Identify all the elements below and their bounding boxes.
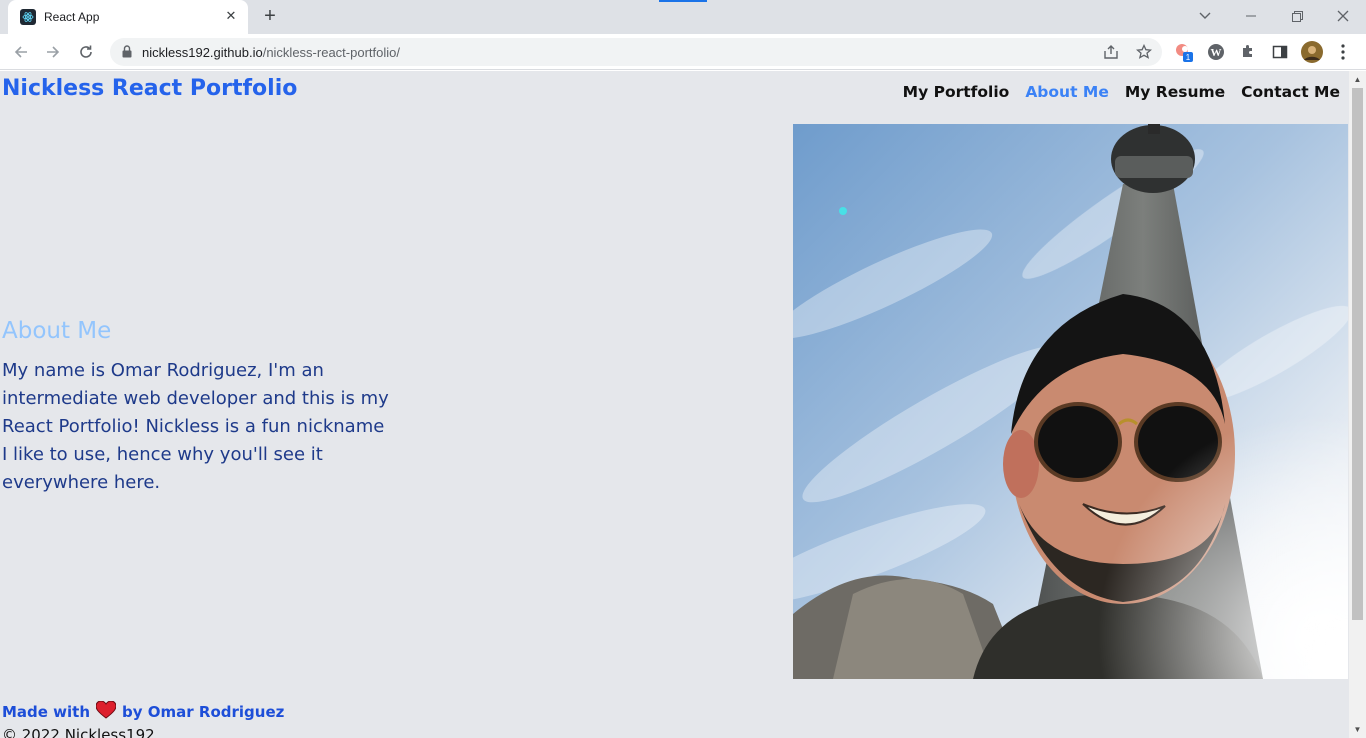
copyright-text: © 2022 Nickless192 xyxy=(2,726,155,738)
nav-my-resume[interactable]: My Resume xyxy=(1125,83,1225,101)
kebab-menu-icon[interactable] xyxy=(1333,42,1353,62)
profile-avatar[interactable] xyxy=(1301,41,1323,63)
forward-arrow-icon[interactable] xyxy=(41,40,65,64)
extensions-puzzle-icon[interactable] xyxy=(1238,42,1258,62)
about-heading: About Me xyxy=(2,318,112,344)
tab-loading-indicator xyxy=(659,0,707,2)
close-window-icon[interactable] xyxy=(1331,5,1355,27)
extension-icon[interactable]: 1 xyxy=(1174,42,1194,62)
scroll-thumb[interactable] xyxy=(1352,88,1363,620)
page-content: Nickless React Portfolio My Portfolio Ab… xyxy=(0,71,1349,738)
url-text: nickless192.github.io/nickless-react-por… xyxy=(142,45,400,60)
profile-photo xyxy=(793,124,1348,679)
scroll-down-arrow-icon[interactable]: ▼ xyxy=(1353,725,1362,734)
tab-search-icon[interactable] xyxy=(1193,5,1217,27)
browser-toolbar: nickless192.github.io/nickless-react-por… xyxy=(0,34,1366,70)
back-arrow-icon[interactable] xyxy=(9,40,33,64)
new-tab-button[interactable]: + xyxy=(258,5,282,29)
extension-badge: 1 xyxy=(1186,53,1191,62)
scroll-up-arrow-icon[interactable]: ▲ xyxy=(1353,75,1362,84)
about-paragraph: My name is Omar Rodriguez, I'm an interm… xyxy=(2,360,389,493)
site-nav: My Portfolio About Me My Resume Contact … xyxy=(903,83,1340,101)
made-by-text[interactable]: by Omar Rodriguez xyxy=(122,703,284,721)
browser-tab[interactable]: React App ✕ xyxy=(8,0,248,34)
wordpress-icon[interactable]: W xyxy=(1206,42,1226,62)
nav-contact-me[interactable]: Contact Me xyxy=(1241,83,1340,101)
restore-icon[interactable] xyxy=(1285,5,1309,27)
site-brand[interactable]: Nickless React Portfolio xyxy=(2,76,297,101)
lock-icon[interactable] xyxy=(122,45,132,63)
url-path: /nickless-react-portfolio/ xyxy=(262,45,400,60)
nav-my-portfolio[interactable]: My Portfolio xyxy=(903,83,1010,101)
address-bar[interactable]: nickless192.github.io/nickless-react-por… xyxy=(110,38,1162,66)
svg-text:W: W xyxy=(1211,47,1222,59)
nav-about-me[interactable]: About Me xyxy=(1025,83,1109,101)
tab-strip: React App ✕ + xyxy=(0,0,1366,34)
reload-icon[interactable] xyxy=(74,40,98,64)
footer-made-with: Made with by Omar Rodriguez xyxy=(2,700,284,723)
share-icon[interactable] xyxy=(1102,43,1120,61)
heart-icon xyxy=(95,700,117,723)
bookmark-star-icon[interactable] xyxy=(1135,43,1153,61)
react-favicon-icon xyxy=(20,9,36,25)
url-host: nickless192.github.io xyxy=(142,45,263,60)
made-with-text: Made with xyxy=(2,703,91,721)
tab-title: React App xyxy=(44,10,100,24)
side-panel-icon[interactable] xyxy=(1270,42,1290,62)
page-scrollbar[interactable]: ▲ ▼ xyxy=(1349,71,1366,738)
close-tab-icon[interactable]: ✕ xyxy=(222,7,240,25)
minimize-icon[interactable] xyxy=(1239,5,1263,27)
